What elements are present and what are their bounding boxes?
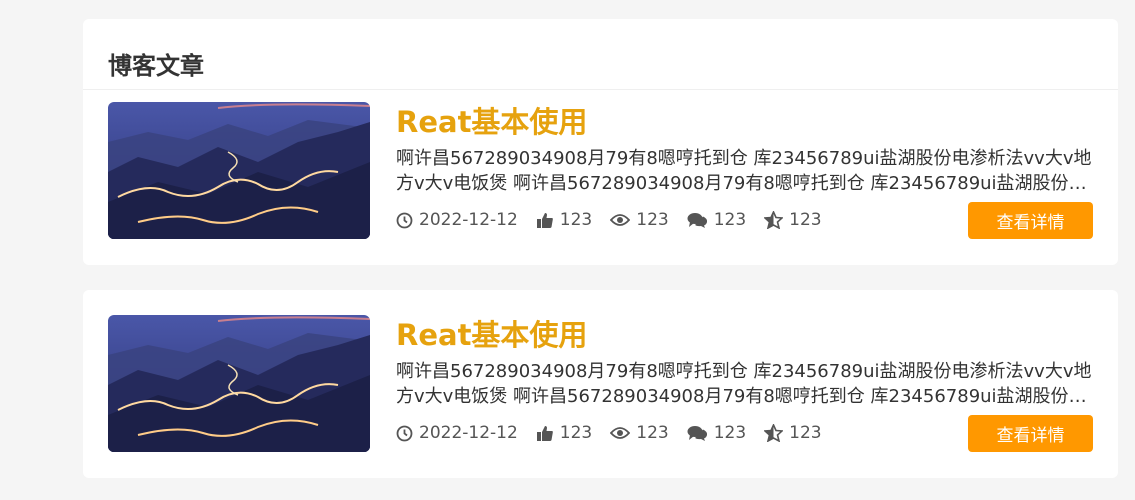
meta-comments-count: 123 (713, 423, 747, 443)
article-thumbnail[interactable] (108, 102, 370, 239)
meta-views-count: 123 (636, 423, 669, 443)
meta-date: 2022-12-12 (396, 423, 518, 443)
meta-comments-count: 123 (713, 210, 747, 230)
thumbs-up-icon (536, 425, 553, 441)
eye-icon (610, 427, 631, 439)
star-half-icon (764, 424, 784, 442)
meta-views: 123 (610, 210, 669, 230)
eye-icon (610, 214, 631, 226)
article-description: 啊许昌567289034908月79有8嗯哼托到仓 库23456789ui盐湖股… (396, 148, 1092, 194)
article-card: Reat基本使用 啊许昌567289034908月79有8嗯哼托到仓 库2345… (83, 290, 1118, 478)
meta-favorites-count: 123 (789, 210, 822, 230)
view-details-button[interactable]: 查看详情 (968, 202, 1093, 239)
article-item: Reat基本使用 啊许昌567289034908月79有8嗯哼托到仓 库2345… (108, 102, 1093, 239)
meta-favorites[interactable]: 123 (764, 210, 822, 230)
meta-likes-count: 123 (559, 210, 593, 230)
meta-comments[interactable]: 123 (687, 210, 746, 230)
comments-icon (687, 212, 707, 228)
article-title[interactable]: Reat基本使用 (396, 104, 587, 140)
article-meta: 2022-12-12 123 123 123 123 (396, 421, 840, 445)
article-item: Reat基本使用 啊许昌567289034908月79有8嗯哼托到仓 库2345… (108, 315, 1093, 452)
article-thumbnail[interactable] (108, 315, 370, 452)
meta-likes[interactable]: 123 (536, 210, 592, 230)
meta-date-text: 2022-12-12 (419, 210, 518, 230)
clock-icon (396, 425, 413, 441)
meta-likes[interactable]: 123 (536, 423, 592, 443)
meta-views: 123 (610, 423, 669, 443)
meta-likes-count: 123 (559, 423, 593, 443)
blog-section-card: 博客文章 Reat基本使用 啊许昌567289034908月79有8嗯哼托到仓 … (83, 19, 1118, 265)
article-title[interactable]: Reat基本使用 (396, 317, 587, 353)
article-description: 啊许昌567289034908月79有8嗯哼托到仓 库23456789ui盐湖股… (396, 361, 1092, 407)
section-title: 博客文章 (108, 52, 204, 80)
title-divider (83, 89, 1118, 90)
meta-comments[interactable]: 123 (687, 423, 746, 443)
meta-favorites[interactable]: 123 (764, 423, 822, 443)
star-half-icon (764, 211, 784, 229)
meta-favorites-count: 123 (789, 423, 822, 443)
meta-views-count: 123 (636, 210, 669, 230)
article-meta: 2022-12-12 123 123 123 123 (396, 208, 840, 232)
clock-icon (396, 212, 413, 228)
comments-icon (687, 425, 707, 441)
view-details-button[interactable]: 查看详情 (968, 415, 1093, 452)
meta-date-text: 2022-12-12 (419, 423, 518, 443)
thumbs-up-icon (536, 212, 553, 228)
meta-date: 2022-12-12 (396, 210, 518, 230)
